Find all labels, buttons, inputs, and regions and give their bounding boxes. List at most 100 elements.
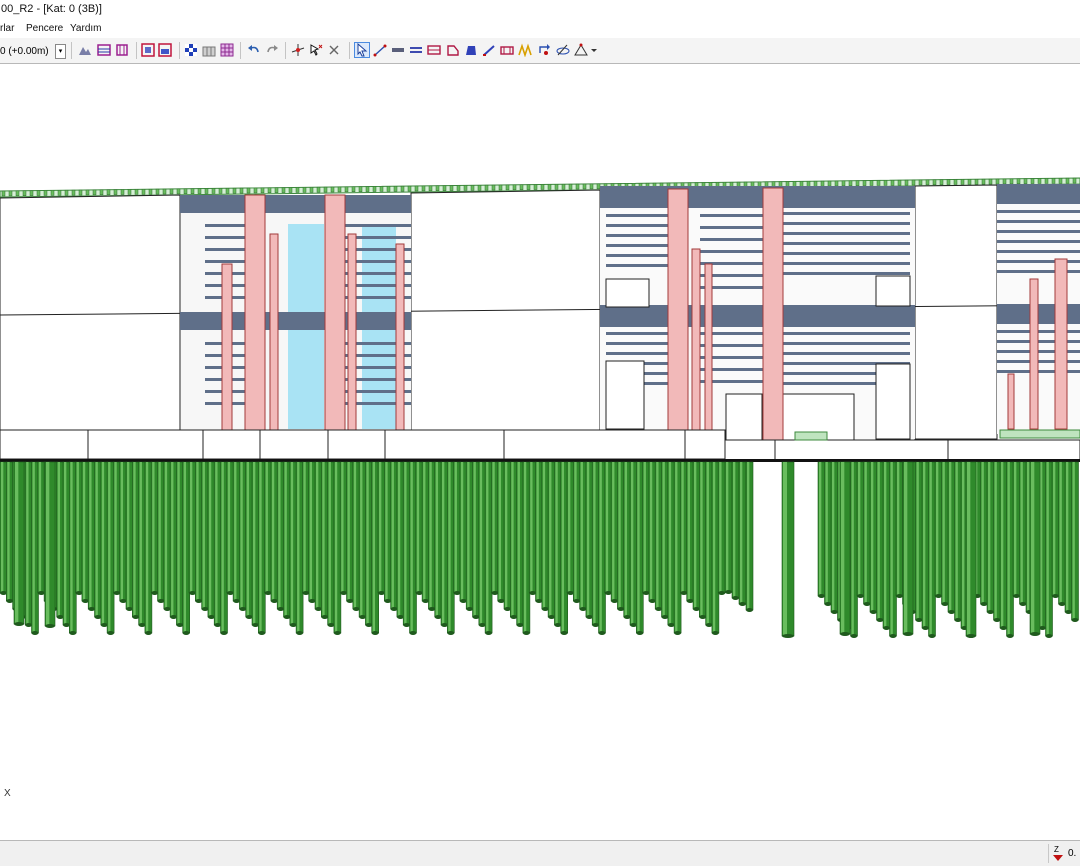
joist	[700, 226, 763, 229]
column	[1054, 258, 1068, 430]
pile-highlight	[95, 462, 98, 617]
draw-line-icon[interactable]	[373, 43, 387, 57]
pile-tip	[308, 599, 316, 603]
building-block-icon[interactable]	[202, 43, 216, 57]
orbit-view-icon[interactable]	[556, 43, 570, 57]
pile-highlight	[202, 462, 205, 609]
delete-icon[interactable]	[327, 43, 341, 57]
joist	[606, 244, 668, 247]
menu-item-lar[interactable]: rlar	[0, 23, 14, 34]
pile-highlight	[460, 462, 464, 601]
pile-tip	[176, 623, 184, 627]
column	[667, 188, 689, 431]
dimension-icon[interactable]	[500, 43, 514, 57]
pile-tip	[693, 607, 700, 611]
pile-tip	[422, 599, 430, 603]
pile-highlight	[360, 462, 363, 617]
column-grid-icon[interactable]	[97, 43, 111, 57]
pile-tip	[548, 615, 556, 619]
joist	[606, 224, 668, 227]
status-bar: Z 0.	[0, 841, 1080, 866]
pile-tip	[132, 615, 140, 619]
level-combo[interactable]: 0 (+0.00m)	[0, 44, 54, 59]
statusbar-zoom-cell: Z 0.	[1048, 844, 1080, 863]
joist	[783, 232, 910, 235]
pile-tip	[396, 615, 404, 619]
joist	[997, 240, 1080, 243]
parapet-tick	[1037, 178, 1042, 184]
pile-highlight	[164, 462, 168, 609]
wall-beam-icon[interactable]	[427, 43, 441, 57]
parapet-tick	[435, 185, 440, 192]
pile-highlight	[858, 462, 861, 596]
pile-tip	[478, 623, 486, 627]
pile-highlight	[942, 462, 945, 604]
joist	[997, 250, 1080, 253]
measure-icon[interactable]	[574, 43, 588, 57]
diagonal-brace-icon[interactable]	[482, 43, 496, 57]
parapet-tick	[197, 188, 202, 194]
parapet-tick	[848, 180, 853, 187]
parapet-tick	[141, 189, 146, 195]
level-dropdown-button[interactable]: ▾	[55, 44, 66, 59]
pile-highlight	[1031, 462, 1035, 634]
redo-icon[interactable]	[265, 43, 279, 57]
beam-icon[interactable]	[391, 43, 405, 57]
white-infill	[875, 363, 911, 440]
pile-tip	[415, 591, 423, 595]
pile-tip	[327, 623, 335, 627]
parapet-tick	[792, 181, 797, 187]
parapet-tick	[379, 186, 384, 192]
parapet-tick	[106, 189, 111, 195]
shape-fill-icon[interactable]	[464, 43, 478, 57]
rotate-view-icon[interactable]	[537, 43, 551, 57]
section-marker-icon[interactable]	[115, 43, 129, 57]
pile-tip	[504, 607, 511, 611]
parapet-tick	[897, 179, 902, 186]
pile-highlight	[347, 462, 350, 601]
select-move-icon[interactable]	[309, 43, 323, 57]
double-beam-icon[interactable]	[409, 43, 423, 57]
pile-tip	[941, 602, 949, 606]
window-frame-icon[interactable]	[141, 43, 155, 57]
joist	[997, 230, 1080, 233]
white-infill	[605, 278, 650, 308]
pile-tip	[623, 615, 631, 619]
truss-icon[interactable]	[518, 43, 532, 57]
floor-fill-icon[interactable]	[158, 43, 172, 57]
parapet-tick	[862, 180, 867, 186]
select-pointer-icon[interactable]	[354, 42, 370, 58]
joist	[205, 236, 245, 239]
parapet-tick	[939, 179, 944, 185]
model-viewport[interactable]	[0, 64, 1080, 840]
pile-highlight	[1, 462, 4, 593]
joist	[205, 224, 245, 227]
pile-highlight	[290, 462, 294, 625]
parapet-tick	[813, 180, 818, 187]
joist	[606, 214, 668, 217]
pile-tip	[277, 607, 285, 611]
checker-pattern-icon[interactable]	[184, 43, 198, 57]
elevation-view-icon[interactable]	[78, 43, 92, 57]
menu-item-yardim[interactable]: Yardım	[70, 23, 102, 34]
slab-icon[interactable]	[446, 43, 460, 57]
undo-icon[interactable]	[247, 43, 261, 57]
parapet-tick	[456, 185, 461, 191]
pile-highlight	[726, 462, 729, 592]
table-grid-icon[interactable]	[220, 43, 234, 57]
menu-item-pencere[interactable]: Pencere	[26, 23, 63, 34]
pile-highlight	[64, 462, 67, 625]
move-object-icon[interactable]	[291, 43, 305, 57]
parapet-tick	[134, 189, 139, 195]
structural-3d-view[interactable]	[0, 64, 1080, 840]
parapet-tick	[1030, 178, 1035, 184]
pile-tip	[472, 615, 480, 619]
joist	[783, 342, 910, 345]
parapet-tick	[288, 187, 293, 193]
parapet-tick	[162, 188, 167, 195]
pile-highlight	[82, 462, 86, 601]
pile-tip	[157, 599, 165, 603]
toolbar-overflow-chevron-icon[interactable]	[590, 43, 598, 57]
pile-tip	[522, 631, 530, 635]
pile-tip	[850, 634, 858, 638]
